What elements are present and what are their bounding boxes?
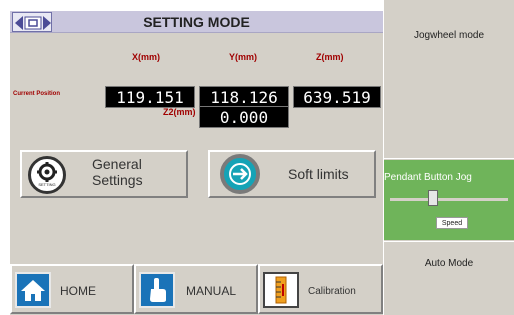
x-position-value: 119.151 [105, 86, 195, 108]
speed-slider-thumb[interactable] [428, 190, 438, 206]
page-title: SETTING MODE [143, 14, 250, 30]
soft-limits-label: Soft limits [288, 166, 349, 182]
x-axis-label: X(mm) [132, 52, 161, 62]
main-panel: X(mm) Y(mm) Z(mm) Current Position 119.1… [10, 33, 383, 258]
mode-panel: Jogwheel mode Pendant Button Jog Speed A… [384, 0, 514, 315]
y-axis-label: Y(mm) [229, 52, 258, 62]
jogwheel-mode-button[interactable]: Jogwheel mode [384, 30, 514, 41]
bottom-nav: HOME MANUAL Calibration [10, 258, 383, 315]
soft-limits-button[interactable]: Soft limits [208, 150, 376, 198]
settings-gear-icon: SETTING [28, 156, 66, 194]
general-settings-label: General Settings [92, 156, 143, 188]
y-position-value: 118.126 [199, 86, 289, 108]
arrow-right-circle-icon [220, 154, 260, 194]
home-button[interactable]: HOME [10, 264, 134, 314]
divider [384, 158, 514, 159]
divider [384, 241, 514, 242]
calibration-label: Calibration [308, 286, 356, 297]
speed-slider-track[interactable] [390, 198, 508, 201]
calibration-ruler-icon [263, 272, 299, 308]
z2-axis-label: Z2(mm) [163, 107, 196, 117]
speed-label: Speed [436, 217, 468, 229]
manual-button[interactable]: MANUAL [134, 264, 258, 314]
header-bar: SETTING MODE [10, 11, 383, 33]
z-position-value: 639.519 [293, 86, 381, 108]
home-icon [15, 272, 51, 308]
pendant-button-jog-panel[interactable]: Pendant Button Jog Speed [384, 160, 514, 240]
z2-position-value: 0.000 [199, 106, 289, 128]
general-settings-button[interactable]: SETTING General Settings [20, 150, 188, 198]
z-axis-label: Z(mm) [316, 52, 344, 62]
auto-mode-button[interactable]: Auto Mode [384, 258, 514, 269]
hand-pointer-icon [139, 272, 175, 308]
settings-icon-caption: SETTING [38, 182, 56, 187]
screen: SETTING MODE X(mm) Y(mm) Z(mm) Current P… [0, 0, 514, 315]
manual-label: MANUAL [186, 284, 237, 298]
home-label: HOME [60, 284, 96, 298]
calibration-button[interactable]: Calibration [258, 264, 383, 314]
pendant-button-jog-label: Pendant Button Jog [384, 172, 472, 183]
current-position-label: Current Position [13, 91, 61, 97]
